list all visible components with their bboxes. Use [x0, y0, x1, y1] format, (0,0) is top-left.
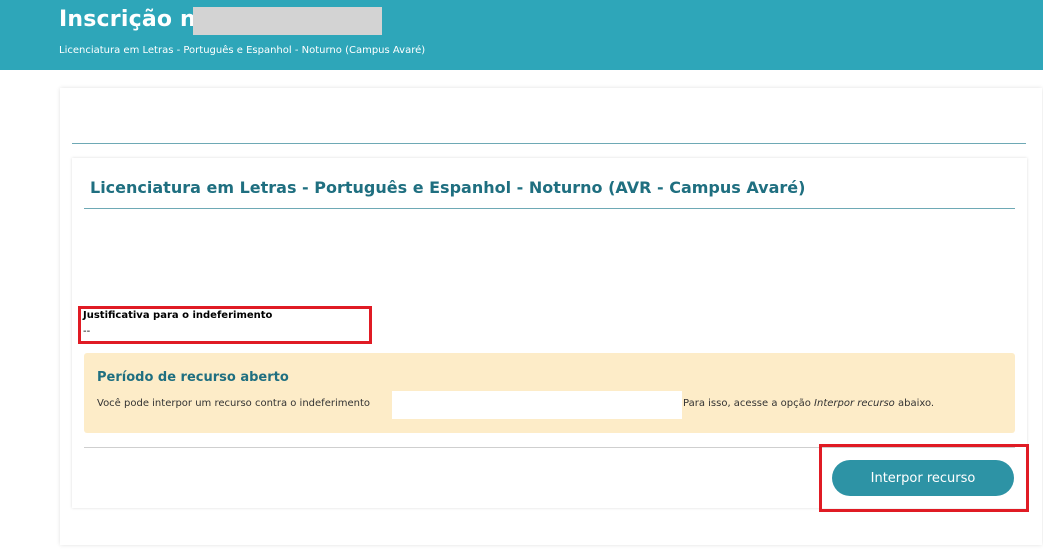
course-title-divider	[84, 208, 1015, 209]
course-subtitle: Licenciatura em Letras - Português e Esp…	[59, 45, 426, 56]
alert-text-after-emphasis: Interpor recurso	[814, 398, 895, 409]
redacted-alert-text	[392, 391, 682, 419]
registration-title: Inscrição nº	[59, 7, 209, 32]
alert-text-after-prefix: Para isso, acesse a opção	[683, 398, 815, 409]
alert-title: Período de recurso aberto	[97, 370, 289, 385]
alert-text-after: Para isso, acesse a opção Interpor recur…	[683, 398, 934, 409]
highlight-box-justification	[78, 306, 372, 344]
redacted-registration-number	[193, 7, 382, 35]
alert-text-after-suffix: abaixo.	[894, 398, 935, 409]
top-header-bar: Inscrição nº Licenciatura em Letras - Po…	[0, 0, 1043, 70]
divider	[72, 143, 1026, 144]
alert-text-before: Você pode interpor um recurso contra o i…	[97, 398, 371, 409]
course-title: Licenciatura em Letras - Português e Esp…	[90, 178, 806, 197]
highlight-box-appeal-button	[819, 444, 1029, 512]
